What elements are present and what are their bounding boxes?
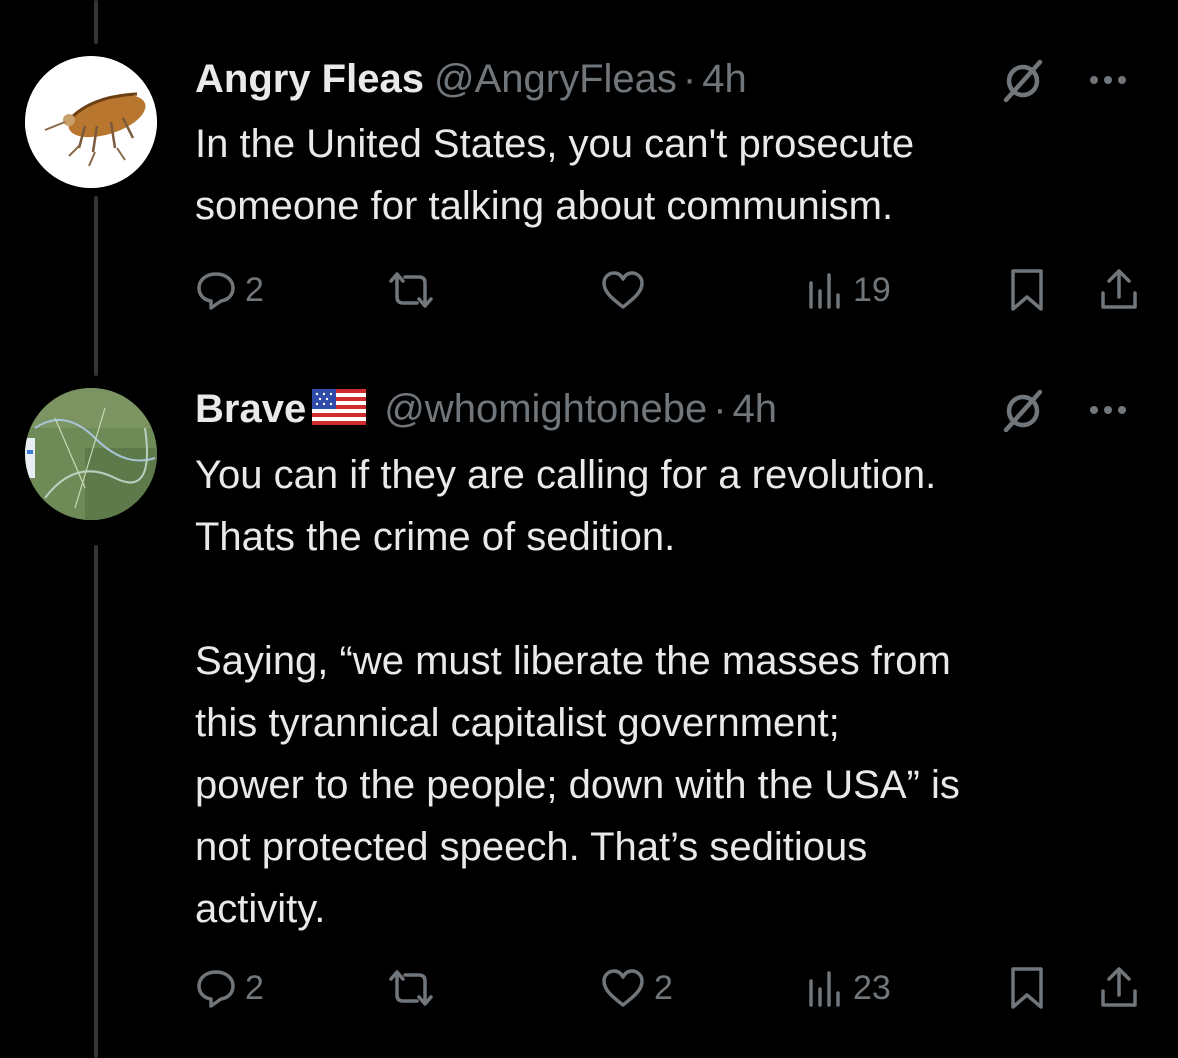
heart-icon xyxy=(602,271,644,309)
views-button[interactable]: 23 xyxy=(805,963,891,1013)
share-icon xyxy=(1101,967,1137,1007)
views-icon xyxy=(809,971,840,1007)
grok-icon[interactable] xyxy=(1000,58,1046,109)
tweet-actions: 2 19 xyxy=(195,265,1145,315)
more-options-icon[interactable] xyxy=(1086,60,1130,105)
bookmark-icon xyxy=(1011,967,1043,1009)
like-button[interactable] xyxy=(600,265,654,315)
tweet-text: In the United States, you can't prosecut… xyxy=(195,122,915,228)
reply-count: 2 xyxy=(245,270,264,309)
share-button[interactable] xyxy=(1097,265,1141,315)
map-avatar-icon xyxy=(25,388,157,520)
more-options-icon[interactable] xyxy=(1086,390,1130,435)
views-count: 19 xyxy=(853,270,891,309)
reply-count: 2 xyxy=(245,968,264,1007)
avatar[interactable] xyxy=(25,388,157,520)
tweet[interactable]: Angry Fleas @AngryFleas · 4h In the Unit… xyxy=(0,0,1178,360)
tweet-header: Angry Fleas @AngryFleas · 4h xyxy=(195,54,1138,104)
display-name[interactable]: Brave xyxy=(195,387,306,432)
handle[interactable]: @whomightonebe xyxy=(384,387,707,432)
display-name[interactable]: Angry Fleas xyxy=(195,57,424,102)
like-button[interactable]: 2 xyxy=(600,963,673,1013)
timestamp[interactable]: 4h xyxy=(702,57,747,102)
reply-button[interactable]: 2 xyxy=(195,265,264,315)
grok-icon[interactable] xyxy=(1000,388,1046,439)
tweet[interactable]: Brave @whomightonebe · 4h You can if the… xyxy=(0,360,1178,1058)
bookmark-button[interactable] xyxy=(1007,963,1047,1013)
separator-dot: · xyxy=(682,56,697,101)
views-count: 23 xyxy=(853,968,891,1007)
us-flag-icon xyxy=(312,388,367,430)
views-icon xyxy=(809,273,840,309)
repost-icon xyxy=(389,970,433,1006)
reply-icon xyxy=(197,272,235,310)
repost-icon xyxy=(389,272,433,308)
timestamp[interactable]: 4h xyxy=(733,387,778,432)
handle[interactable]: @AngryFleas xyxy=(434,57,677,102)
repost-button[interactable] xyxy=(385,963,445,1013)
avatar[interactable] xyxy=(25,56,157,188)
heart-icon xyxy=(602,969,644,1007)
bookmark-button[interactable] xyxy=(1007,265,1047,315)
share-button[interactable] xyxy=(1097,963,1141,1013)
reply-icon xyxy=(197,970,235,1008)
flea-avatar-icon xyxy=(25,56,157,188)
tweet-header: Brave @whomightonebe · 4h xyxy=(195,384,1138,434)
tweet-actions: 2 2 23 xyxy=(195,963,1145,1013)
separator-dot: · xyxy=(713,386,727,431)
tweet-text: You can if they are calling for a revolu… xyxy=(195,453,960,931)
bookmark-icon xyxy=(1011,269,1043,311)
like-count: 2 xyxy=(654,968,673,1007)
reply-button[interactable]: 2 xyxy=(195,963,264,1013)
share-icon xyxy=(1101,269,1137,309)
repost-button[interactable] xyxy=(385,265,445,315)
views-button[interactable]: 19 xyxy=(805,265,891,315)
